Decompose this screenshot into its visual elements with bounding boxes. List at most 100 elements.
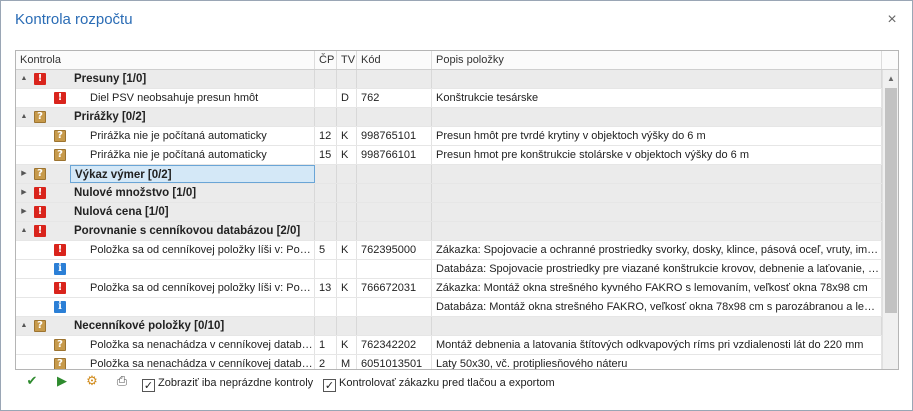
table-row[interactable]: ! Položka sa od cenníkovej položky líši v… bbox=[16, 279, 882, 298]
cell-tv: K bbox=[337, 127, 357, 145]
error-icon: ! bbox=[54, 244, 66, 256]
cell-tv bbox=[337, 260, 357, 278]
collapse-arrow-icon[interactable]: ▲ bbox=[19, 70, 29, 88]
cell-cp bbox=[315, 108, 337, 126]
cell-popis bbox=[432, 317, 882, 335]
group-row[interactable]: ▲? Necenníkové položky [0/10] bbox=[16, 317, 882, 336]
show-nonempty-label: Zobraziť iba neprázdne kontroly bbox=[158, 377, 314, 389]
group-row[interactable]: ▶! Nulové množstvo [1/0] bbox=[16, 184, 882, 203]
warning-icon: ? bbox=[54, 130, 66, 142]
cell-kod bbox=[357, 298, 432, 316]
cell-kontrola: Nulová cena [1/0] bbox=[70, 203, 315, 221]
expand-arrow-icon[interactable]: ▶ bbox=[19, 203, 29, 221]
cell-tv: K bbox=[337, 279, 357, 297]
collapse-arrow-icon[interactable]: ▲ bbox=[19, 108, 29, 126]
scrollbar-thumb[interactable] bbox=[885, 88, 897, 313]
cell-kod bbox=[357, 184, 432, 202]
error-icon: ! bbox=[54, 92, 66, 104]
cell-cp bbox=[315, 317, 337, 335]
cell-kod: 998766101 bbox=[357, 146, 432, 164]
error-icon: ! bbox=[34, 187, 46, 199]
scroll-up-arrow-icon[interactable]: ▲ bbox=[883, 70, 898, 87]
show-nonempty-checkbox[interactable]: ✓ Zobraziť iba neprázdne kontroly bbox=[142, 375, 314, 392]
info-icon: i bbox=[54, 301, 66, 313]
collapse-arrow-icon[interactable]: ▲ bbox=[19, 317, 29, 335]
column-header-kod[interactable]: Kód bbox=[357, 51, 432, 69]
cell-popis bbox=[432, 108, 882, 126]
cell-kod: 762342202 bbox=[357, 336, 432, 354]
table-row[interactable]: ! Položka sa od cenníkovej položky líši v… bbox=[16, 241, 882, 260]
cell-popis: Zákazka: Montáž okna strešného kyvného F… bbox=[432, 279, 882, 297]
cell-tv bbox=[337, 203, 357, 221]
cell-tv bbox=[337, 70, 357, 88]
cell-kod: 6051013501 bbox=[357, 355, 432, 369]
table-row[interactable]: i Databáza: Montáž okna strešného FAKRO, … bbox=[16, 298, 882, 317]
table-row[interactable]: i Databáza: Spojovacie prostriedky pre vi… bbox=[16, 260, 882, 279]
cell-cp: 12 bbox=[315, 127, 337, 145]
cell-kontrola: Nulové množstvo [1/0] bbox=[70, 184, 315, 202]
warning-icon: ? bbox=[34, 320, 46, 332]
cell-kod bbox=[357, 222, 432, 240]
column-header-popis[interactable]: Popis položky bbox=[432, 51, 882, 69]
settings-gear-icon[interactable]: ⚙ bbox=[83, 373, 101, 391]
group-row[interactable]: ▲! Presuny [1/0] bbox=[16, 70, 882, 89]
error-icon: ! bbox=[34, 73, 46, 85]
cell-cp: 1 bbox=[315, 336, 337, 354]
cell-cp: 15 bbox=[315, 146, 337, 164]
check-document-icon[interactable]: ✔ bbox=[23, 373, 41, 391]
cell-popis: Zákazka: Spojovacie a ochranné prostried… bbox=[432, 241, 882, 259]
check-before-print-checkbox[interactable]: ✓ Kontrolovať zákazku pred tlačou a expor… bbox=[323, 375, 555, 392]
group-row[interactable]: ▲? Prirážky [0/2] bbox=[16, 108, 882, 127]
print-icon[interactable]: ⎙ bbox=[113, 373, 131, 391]
table-row[interactable]: ? Položka sa nenachádza v cenníkovej data… bbox=[16, 355, 882, 369]
cell-popis: Presun hmot pre konštrukcie stolárske v … bbox=[432, 146, 882, 164]
column-header-tv[interactable]: TV bbox=[337, 51, 357, 69]
table-row[interactable]: ? Prirážka nie je počítaná automaticky 15 K… bbox=[16, 146, 882, 165]
group-row[interactable]: ▲! Porovnanie s cenníkovou databázou [2/0… bbox=[16, 222, 882, 241]
check-results-grid: Kontrola ČP TV Kód Popis položky ▲! Presu… bbox=[15, 50, 899, 370]
cell-tv: K bbox=[337, 146, 357, 164]
table-row[interactable]: ? Položka sa nenachádza v cenníkovej data… bbox=[16, 336, 882, 355]
title-bar: Kontrola rozpočtu × bbox=[1, 1, 912, 41]
grid-header: Kontrola ČP TV Kód Popis položky bbox=[16, 51, 898, 70]
cell-kontrola: Položka sa nenachádza v cenníkovej datab… bbox=[86, 336, 315, 354]
warning-icon: ? bbox=[34, 111, 46, 123]
cell-kod: 766672031 bbox=[357, 279, 432, 297]
close-icon[interactable]: × bbox=[883, 11, 901, 29]
group-row[interactable]: ▶? Výkaz výmer [0/2] bbox=[16, 165, 882, 184]
cell-tv bbox=[337, 222, 357, 240]
cell-cp bbox=[315, 165, 337, 183]
run-list-icon[interactable]: ▶ bbox=[53, 373, 71, 391]
vertical-scrollbar[interactable]: ▲ bbox=[882, 70, 898, 369]
expand-arrow-icon[interactable]: ▶ bbox=[19, 165, 29, 183]
cell-tv bbox=[337, 165, 357, 183]
cell-kontrola: Presuny [1/0] bbox=[70, 70, 315, 88]
error-icon: ! bbox=[34, 225, 46, 237]
cell-kod: 762 bbox=[357, 89, 432, 107]
column-header-kontrola[interactable]: Kontrola bbox=[16, 51, 315, 69]
cell-kod bbox=[357, 260, 432, 278]
cell-kontrola: Položka sa od cenníkovej položky líši v:… bbox=[86, 279, 315, 297]
cell-kontrola: Necenníkové položky [0/10] bbox=[70, 317, 315, 335]
cell-kontrola: Diel PSV neobsahuje presun hmôt bbox=[86, 89, 315, 107]
cell-kontrola: Prirážka nie je počítaná automaticky bbox=[86, 146, 315, 164]
group-row[interactable]: ▶! Nulová cena [1/0] bbox=[16, 203, 882, 222]
cell-kod bbox=[357, 203, 432, 221]
collapse-arrow-icon[interactable]: ▲ bbox=[19, 222, 29, 240]
cell-kontrola: Porovnanie s cenníkovou databázou [2/0] bbox=[70, 222, 315, 240]
table-row[interactable]: ! Diel PSV neobsahuje presun hmôt D 762 Konš… bbox=[16, 89, 882, 108]
cell-kod bbox=[357, 317, 432, 335]
cell-popis: Montáž debnenia a latovania štítových od… bbox=[432, 336, 882, 354]
warning-icon: ? bbox=[54, 149, 66, 161]
cell-tv bbox=[337, 298, 357, 316]
table-row[interactable]: ? Prirážka nie je počítaná automaticky 12 K… bbox=[16, 127, 882, 146]
expand-arrow-icon[interactable]: ▶ bbox=[19, 184, 29, 202]
checkbox-checked-icon[interactable]: ✓ bbox=[323, 379, 336, 392]
cell-tv bbox=[337, 184, 357, 202]
grid-rows: ▲! Presuny [1/0]! Diel PSV neobsahuje pres… bbox=[16, 70, 882, 369]
cell-cp bbox=[315, 184, 337, 202]
checkbox-checked-icon[interactable]: ✓ bbox=[142, 379, 155, 392]
column-header-cp[interactable]: ČP bbox=[315, 51, 337, 69]
cell-cp bbox=[315, 222, 337, 240]
cell-popis bbox=[432, 222, 882, 240]
